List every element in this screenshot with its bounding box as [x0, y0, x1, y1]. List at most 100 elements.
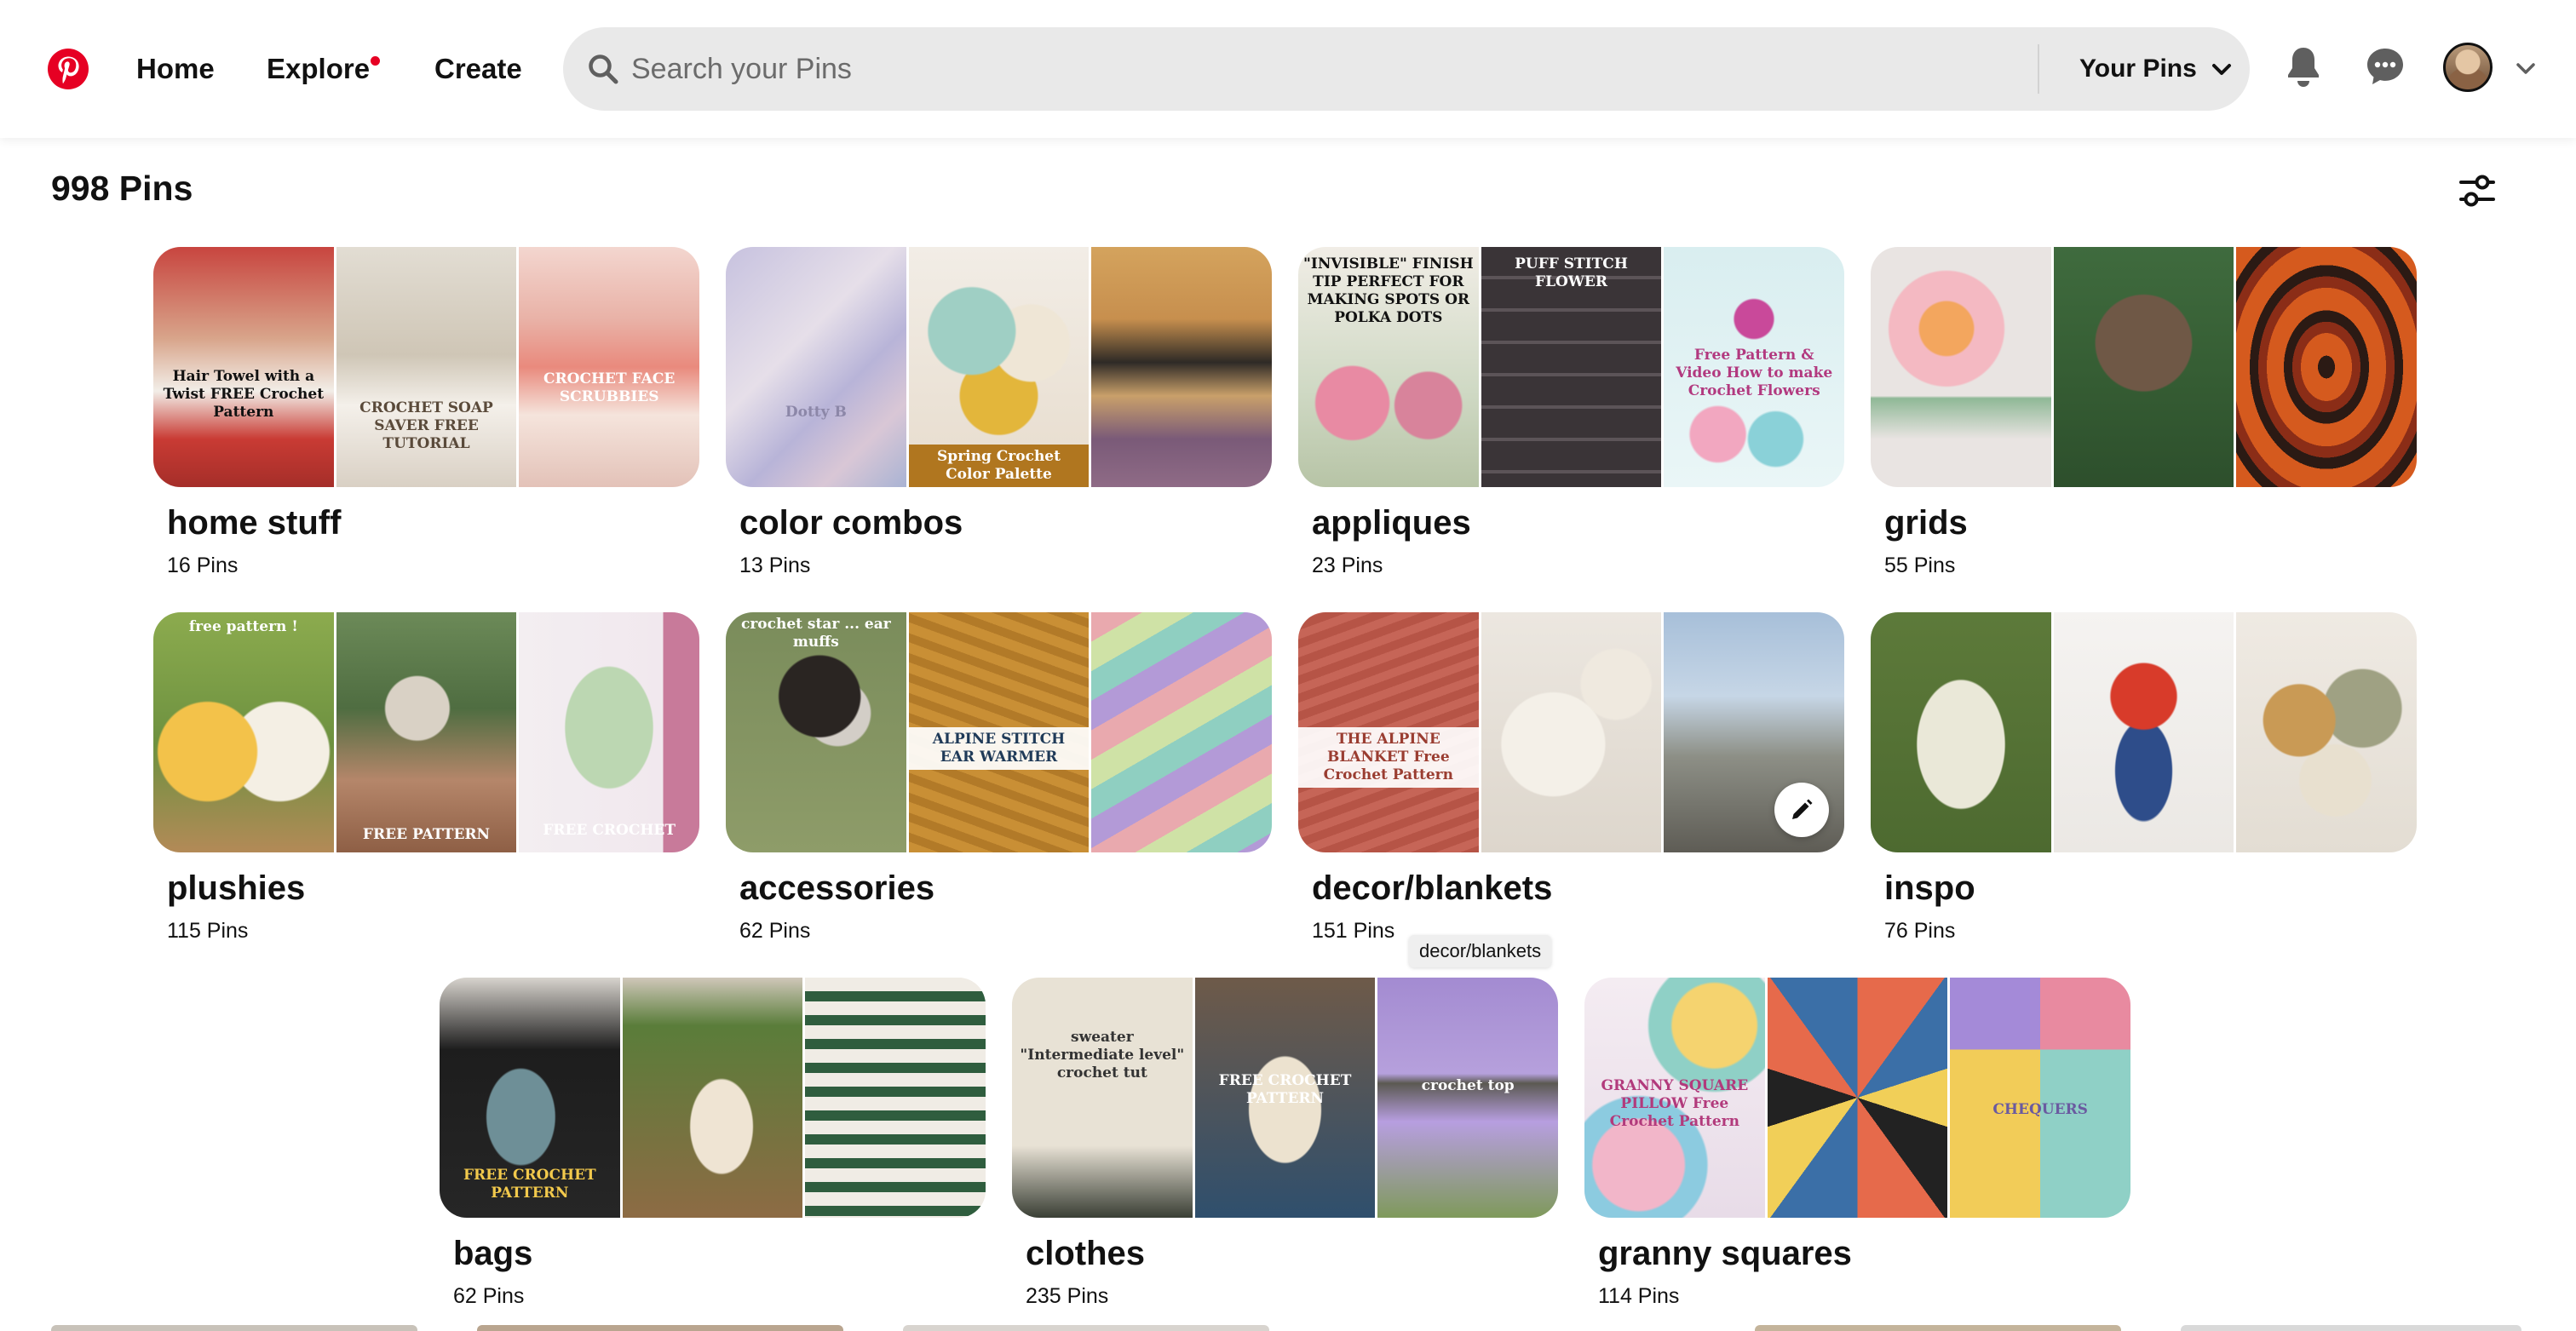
board-title: inspo	[1884, 869, 1975, 907]
filter-button[interactable]	[2453, 167, 2501, 215]
your-pins-dropdown[interactable]: Your Pins	[2079, 49, 2233, 89]
board-pin-count: 235 Pins	[1026, 1284, 1109, 1308]
board-cover-image: CROCHET FACE SCRUBBIES	[519, 247, 699, 487]
board-cover-image: FREE CROCHET	[519, 612, 699, 852]
search-divider	[2038, 44, 2039, 94]
notifications-button[interactable]	[2280, 43, 2327, 90]
board-cover-image	[622, 978, 803, 1218]
cover-image-caption: ALPINE STITCH EAR WARMER	[908, 727, 1090, 771]
board-cover-image	[2053, 612, 2234, 852]
nav-explore[interactable]: Explore	[267, 49, 370, 89]
cover-image-caption: Hair Towel with a Twist FREE Crochet Pat…	[163, 368, 325, 422]
board-cover-collage[interactable]: crochet star ... ear muffs ALPINE STITCH …	[726, 612, 1272, 852]
board-title: clothes	[1026, 1235, 1146, 1272]
board-cover-image	[2236, 612, 2417, 852]
board-cover-collage[interactable]: "INVISIBLE" FINISH TIP PERFECT FOR MAKIN…	[1298, 247, 1844, 487]
board-card-color-combos[interactable]: Dotty B Spring Crochet Color Palette color…	[726, 247, 1272, 588]
search-icon	[589, 55, 618, 84]
board-title: granny squares	[1598, 1235, 1852, 1272]
cover-image-caption: FREE CROCHET	[543, 821, 676, 839]
board-pin-count: 62 Pins	[739, 919, 811, 943]
board-cover-image: CROCHET SOAP SAVER FREE TUTORIAL	[336, 247, 517, 487]
board-title: color combos	[739, 504, 963, 542]
board-pin-count: 16 Pins	[167, 554, 239, 577]
board-card-appliques[interactable]: "INVISIBLE" FINISH TIP PERFECT FOR MAKIN…	[1298, 247, 1844, 588]
board-cover-collage[interactable]	[1871, 612, 2417, 852]
pinterest-logo-icon[interactable]	[47, 48, 89, 90]
cover-image-caption: FREE CROCHET PATTERN	[1218, 1072, 1352, 1108]
board-cover-image: FREE CROCHET PATTERN	[440, 978, 620, 1218]
search-input[interactable]	[631, 43, 2079, 95]
board-cover-image	[1767, 978, 1948, 1218]
board-cover-image: ALPINE STITCH EAR WARMER	[908, 612, 1090, 852]
board-cover-image: PUFF STITCH FLOWER	[1481, 247, 1662, 487]
cover-image-caption: GRANNY SQUARE PILLOW Free Crochet Patter…	[1601, 1076, 1749, 1130]
board-title: bags	[453, 1235, 533, 1272]
message-icon	[2367, 49, 2403, 84]
board-pin-count: 62 Pins	[453, 1284, 525, 1308]
nav-home[interactable]: Home	[136, 49, 215, 89]
board-cover-image: FREE CROCHET PATTERN	[1194, 978, 1376, 1218]
board-card-accessories[interactable]: crochet star ... ear muffs ALPINE STITCH …	[726, 612, 1272, 953]
board-pin-count: 114 Pins	[1598, 1284, 1680, 1308]
board-cover-image: Free Pattern & Video How to make Crochet…	[1664, 247, 1844, 487]
messages-button[interactable]	[2361, 43, 2409, 90]
board-cover-image	[1871, 612, 2051, 852]
board-cover-image: FREE PATTERN	[336, 612, 517, 852]
board-cover-collage[interactable]: FREE CROCHET PATTERN	[440, 978, 986, 1218]
board-cover-image: crochet top	[1377, 978, 1558, 1218]
board-cover-image: crochet star ... ear muffs	[726, 612, 906, 852]
board-cover-image	[1871, 247, 2051, 487]
cover-image-caption: CROCHET FACE SCRUBBIES	[543, 370, 676, 405]
board-card-inspo[interactable]: inspo 76 Pins	[1871, 612, 2417, 953]
board-card-bags[interactable]: FREE CROCHET PATTERN bags 62 Pins	[440, 978, 986, 1318]
board-title: appliques	[1312, 504, 1471, 542]
cover-image-caption: FREE CROCHET PATTERN	[463, 1166, 596, 1202]
board-tooltip: decor/blankets	[1409, 935, 1552, 967]
board-card-home-stuff[interactable]: Hair Towel with a Twist FREE Crochet Pat…	[153, 247, 699, 588]
account-chevron-down-icon[interactable]	[2514, 56, 2538, 80]
cover-image-caption: crochet star ... ear muffs	[740, 616, 891, 651]
pencil-icon	[1792, 799, 1813, 819]
board-cover-image: Spring Crochet Color Palette	[908, 247, 1090, 487]
cover-image-caption: PUFF STITCH FLOWER	[1515, 255, 1628, 290]
cover-image-caption: CHEQUERS	[1992, 1101, 2088, 1118]
search-bar[interactable]: Your Pins	[563, 27, 2250, 111]
board-card-clothes[interactable]: sweater "Intermediate level" crochet tut…	[1012, 978, 1558, 1318]
next-row-peek	[0, 1325, 2576, 1331]
board-pin-count: 55 Pins	[1884, 554, 1956, 577]
board-cover-collage[interactable]: THE ALPINE BLANKET Free Crochet Pattern	[1298, 612, 1844, 852]
board-pin-count: 151 Pins	[1312, 919, 1395, 943]
cover-image-caption: THE ALPINE BLANKET Free Crochet Pattern	[1298, 727, 1479, 789]
cover-image-caption: free pattern !	[188, 617, 298, 635]
your-pins-label: Your Pins	[2079, 55, 2197, 83]
bell-icon	[2288, 48, 2319, 87]
cover-image-caption: "INVISIBLE" FINISH TIP PERFECT FOR MAKIN…	[1303, 255, 1474, 326]
edit-board-button[interactable]	[1774, 783, 1829, 837]
avatar[interactable]	[2443, 43, 2493, 92]
cover-image-caption: sweater "Intermediate level" crochet tut	[1020, 1029, 1185, 1082]
board-cover-collage[interactable]: Hair Towel with a Twist FREE Crochet Pat…	[153, 247, 699, 487]
board-cover-image	[1091, 247, 1272, 487]
explore-notification-dot	[371, 56, 380, 66]
board-title: grids	[1884, 504, 1968, 542]
nav-create[interactable]: Create	[434, 49, 522, 89]
board-cover-image: free pattern !	[153, 612, 334, 852]
board-cover-image	[1091, 612, 1272, 852]
board-cover-image: CHEQUERS	[1950, 978, 2130, 1218]
board-card-plushies[interactable]: free pattern ! FREE PATTERN FREE CROCHET pl…	[153, 612, 699, 953]
cover-image-caption: CROCHET SOAP SAVER FREE TUTORIAL	[359, 399, 493, 452]
board-card-grids[interactable]: grids 55 Pins	[1871, 247, 2417, 588]
board-pin-count: 23 Pins	[1312, 554, 1383, 577]
board-cover-collage[interactable]: GRANNY SQUARE PILLOW Free Crochet Patter…	[1584, 978, 2130, 1218]
board-pin-count: 13 Pins	[739, 554, 811, 577]
board-title: decor/blankets	[1312, 869, 1553, 907]
board-card-decor-blankets[interactable]: THE ALPINE BLANKET Free Crochet Pattern d…	[1298, 612, 1844, 953]
board-cover-image: "INVISIBLE" FINISH TIP PERFECT FOR MAKIN…	[1298, 247, 1479, 487]
board-cover-collage[interactable]: Dotty B Spring Crochet Color Palette	[726, 247, 1272, 487]
board-cover-collage[interactable]: free pattern ! FREE PATTERN FREE CROCHET	[153, 612, 699, 852]
board-card-granny-squares[interactable]: GRANNY SQUARE PILLOW Free Crochet Patter…	[1584, 978, 2130, 1318]
board-cover-collage[interactable]	[1871, 247, 2417, 487]
cover-image-caption: crochet top	[1421, 1076, 1515, 1094]
board-cover-collage[interactable]: sweater "Intermediate level" crochet tut…	[1012, 978, 1558, 1218]
